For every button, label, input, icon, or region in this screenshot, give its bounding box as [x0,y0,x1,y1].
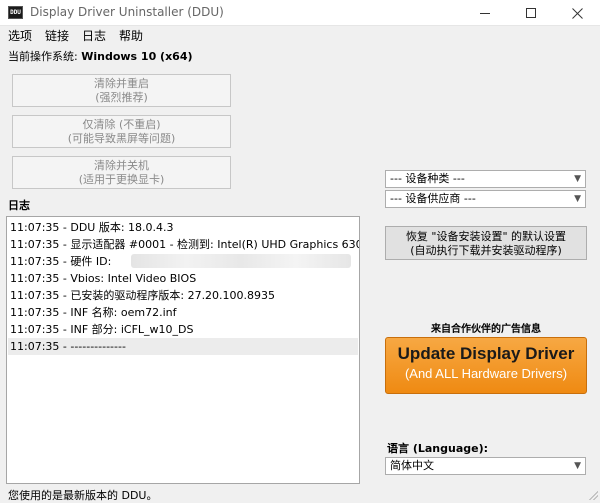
log-label: 日志 [8,199,30,212]
vendor-select[interactable]: --- 设备供应商 --- ▼ [385,190,586,208]
ad-title: Update Display Driver [397,344,575,363]
close-icon [571,7,583,19]
vendor-value: --- 设备供应商 --- [390,192,476,205]
restore-defaults-label: 恢复 "设备安装设置" 的默认设置 [405,230,567,243]
clean-only-label: 仅清除 (不重启) [82,118,161,131]
redacted-hardware-id [131,254,351,268]
clean-shutdown-button[interactable]: 清除并关机 (适用于更换显卡) [12,156,231,189]
clean-shutdown-label: 清除并关机 [94,159,149,172]
current-os: 当前操作系统: Windows 10 (x64) [8,48,193,64]
close-button[interactable] [554,0,600,26]
log-row[interactable]: 11:07:35 - INF 名称: oem72.inf [10,304,176,321]
log-row[interactable]: 11:07:35 - Vbios: Intel Video BIOS [10,270,196,287]
ad-banner[interactable]: Update Display Driver (And ALL Hardware … [385,337,587,394]
log-row[interactable]: 11:07:35 - 硬件 ID: [10,253,111,270]
log-row[interactable]: 11:07:35 - -------------- [10,338,126,355]
clean-restart-button[interactable]: 清除并重启 (强烈推荐) [12,74,231,107]
status-text: 您使用的是最新版本的 DDU。 [8,489,158,502]
menu-bar: 选项 链接 日志 帮助 [0,26,600,44]
window-title: Display Driver Uninstaller (DDU) [30,5,224,19]
log-row[interactable]: 11:07:35 - 显示适配器 #0001 - 检测到: Intel(R) U… [10,236,359,253]
language-select[interactable]: 简体中文 ▼ [385,457,586,475]
maximize-button[interactable] [508,0,554,26]
chevron-down-icon: ▼ [574,461,581,471]
log-list[interactable]: 11:07:35 - DDU 版本: 18.0.4.3 11:07:35 - 显… [6,216,360,484]
clean-restart-note: (强烈推荐) [95,91,148,104]
maximize-icon [526,8,536,18]
restore-defaults-button[interactable]: 恢复 "设备安装设置" 的默认设置 (自动执行下载并安装驱动程序) [385,226,587,260]
log-row[interactable]: 11:07:35 - 已安装的驱动程序版本: 27.20.100.8935 [10,287,275,304]
language-label: 语言 (Language): [387,442,489,455]
clean-shutdown-note: (适用于更换显卡) [78,173,165,186]
os-label: 当前操作系统: [8,50,78,63]
log-row[interactable]: 11:07:35 - DDU 版本: 18.0.4.3 [10,219,174,236]
menu-log[interactable]: 日志 [82,27,106,44]
ad-label: 来自合作伙伴的广告信息 [431,324,541,335]
restore-defaults-note: (自动执行下载并安装驱动程序) [410,244,562,257]
os-value: Windows 10 (x64) [81,50,193,63]
menu-options[interactable]: 选项 [8,27,32,44]
language-value: 简体中文 [390,459,434,472]
menu-help[interactable]: 帮助 [119,27,143,44]
clean-only-button[interactable]: 仅清除 (不重启) (可能导致黑屏等问题) [12,115,231,148]
device-type-select[interactable]: --- 设备种类 --- ▼ [385,170,586,188]
ad-subtitle: (And ALL Hardware Drivers) [404,366,568,381]
clean-only-note: (可能导致黑屏等问题) [67,132,176,145]
title-bar: DDU Display Driver Uninstaller (DDU) [0,0,600,26]
clean-restart-label: 清除并重启 [94,77,149,90]
minimize-icon [480,12,490,14]
chevron-down-icon: ▼ [574,194,581,204]
device-type-value: --- 设备种类 --- [390,172,465,185]
resize-grip[interactable] [588,490,598,500]
chevron-down-icon: ▼ [574,174,581,184]
menu-links[interactable]: 链接 [45,27,69,44]
log-row[interactable]: 11:07:35 - INF 部分: iCFL_w10_DS [10,321,194,338]
ddu-app-icon: DDU [8,6,23,19]
minimize-button[interactable] [462,0,508,26]
